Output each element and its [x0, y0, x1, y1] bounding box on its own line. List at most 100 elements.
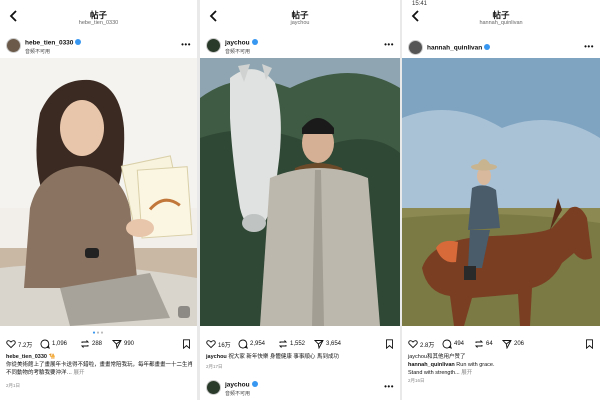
next-post-header: jaychou 音频不可用 ••• — [200, 378, 400, 400]
repost-action[interactable]: 1,552 — [278, 339, 305, 349]
username-text[interactable]: hannah_quinlivan — [427, 45, 482, 52]
bookmark-button[interactable] — [385, 339, 394, 351]
caption-username[interactable]: jaychou — [206, 354, 227, 360]
action-bar: 16万 2,954 1,552 3,654 — [200, 338, 400, 352]
like-count: 7.2万 — [18, 342, 33, 349]
comment-icon[interactable] — [40, 339, 50, 349]
post-username[interactable]: hebe_tien_0330 — [25, 39, 82, 47]
repost-action[interactable]: 64 — [474, 339, 493, 349]
heart-icon[interactable] — [6, 339, 16, 349]
header-subtitle: jaychou — [290, 20, 310, 26]
username-text[interactable]: jaychou — [225, 40, 250, 47]
post-panel-hannah: 15:41 帖子 hannah_quinlivan hannah_quinliv… — [402, 0, 600, 400]
comment-count: 1,096 — [52, 341, 68, 347]
bookmark-button[interactable] — [585, 339, 594, 351]
heart-icon[interactable] — [206, 339, 216, 349]
audio-status: 音频不可用 — [225, 391, 251, 397]
comment-action[interactable]: 1,096 — [40, 339, 67, 349]
post-image[interactable] — [0, 58, 197, 326]
repost-icon[interactable] — [474, 339, 484, 349]
comment-icon[interactable] — [238, 339, 248, 349]
verified-icon — [484, 44, 491, 50]
bookmark-icon[interactable] — [385, 339, 394, 350]
caption: hebe_tien_0330 🐪 你從美術館上了畫展年卡送得不錯啦，畫畫常陪我玩… — [6, 353, 193, 377]
post-image[interactable] — [200, 58, 400, 326]
share-count: 990 — [124, 341, 135, 347]
like-count: 16万 — [218, 342, 231, 349]
comment-action[interactable]: 494 — [442, 339, 464, 349]
post-header: jaychou 音频不可用 ••• — [200, 36, 400, 58]
expand-link[interactable]: 展开 — [74, 370, 85, 376]
audio-status: 音频不可用 — [25, 49, 51, 55]
caption-body: 你從美術館上了畫展年卡送得不錯啦，畫畫常陪我玩，每年都畫畫一十二生肖不同動物的考… — [6, 362, 194, 376]
post-header: hannah_quinlivan ••• — [402, 38, 600, 60]
like-count: 2.8万 — [420, 342, 435, 349]
post-date: 2月17日 — [206, 364, 223, 369]
comment-action[interactable]: 2,954 — [238, 339, 265, 349]
verified-icon — [251, 39, 258, 45]
post-username[interactable]: jaychou — [225, 39, 258, 47]
more-icon[interactable]: ••• — [384, 40, 394, 49]
share-icon[interactable] — [314, 339, 324, 349]
username-text[interactable]: hebe_tien_0330 — [25, 40, 73, 47]
header-subtitle: hebe_tien_0330 — [78, 20, 119, 26]
post-header: hebe_tien_0330 音频不可用 ••• — [0, 36, 197, 58]
repost-icon[interactable] — [278, 339, 288, 349]
like-action[interactable]: 2.8万 — [408, 339, 434, 349]
top-header: 帖子 hannah_quinlivan — [402, 0, 600, 34]
share-action[interactable]: 206 — [502, 339, 524, 349]
verified-icon — [75, 39, 82, 45]
share-count: 3,654 — [326, 341, 342, 347]
more-icon[interactable]: ••• — [384, 382, 394, 391]
caption-username[interactable]: hebe_tien_0330 — [6, 354, 47, 360]
repost-count: 1,552 — [290, 341, 306, 347]
expand-link[interactable]: 展开 — [461, 370, 472, 376]
avatar[interactable] — [206, 380, 221, 395]
comment-count: 494 — [454, 341, 465, 347]
repost-action[interactable]: 288 — [80, 339, 102, 349]
username-text[interactable]: jaychou — [225, 382, 250, 389]
post-date: 2月16日 — [408, 378, 425, 383]
caption-body: Run with grace. — [456, 362, 495, 368]
more-icon[interactable]: ••• — [181, 40, 191, 49]
liked-by-text[interactable]: jaychou和其他用户赞了 — [408, 354, 465, 360]
like-action[interactable]: 16万 — [206, 339, 231, 349]
share-action[interactable]: 3,654 — [314, 339, 341, 349]
post-username[interactable]: hannah_quinlivan — [427, 44, 491, 52]
top-header: 帖子 hebe_tien_0330 — [0, 0, 197, 34]
heart-icon[interactable] — [408, 339, 418, 349]
top-header: 帖子 jaychou — [200, 0, 400, 34]
post-panel-hebe: 帖子 hebe_tien_0330 hebe_tien_0330 音频不可用 •… — [0, 0, 197, 400]
caption: jaychou和其他用户赞了 hannah_quinlivan Run with… — [408, 353, 596, 377]
share-icon[interactable] — [112, 339, 122, 349]
repost-icon[interactable] — [80, 339, 90, 349]
post-panel-jaychou: 帖子 jaychou jaychou 音频不可用 ••• 16万 2,954 1… — [200, 0, 400, 400]
carousel-icon — [178, 306, 190, 318]
avatar[interactable] — [408, 40, 423, 55]
avatar[interactable] — [206, 38, 221, 53]
caption-body: 祝大家 新年快樂 身體健康 事事順心 馬到成功 — [228, 354, 339, 360]
post-image[interactable] — [402, 58, 600, 326]
bookmark-icon[interactable] — [182, 339, 191, 350]
caption-body-2: Stand with strength... — [408, 370, 460, 376]
avatar[interactable] — [6, 38, 21, 53]
repost-count: 64 — [486, 341, 493, 347]
caption: jaychou 祝大家 新年快樂 身體健康 事事順心 馬到成功 — [206, 353, 396, 361]
post-date: 2月1日 — [6, 383, 21, 388]
carousel-dots: ●●● — [92, 330, 105, 336]
comment-count: 2,954 — [250, 341, 266, 347]
more-icon[interactable]: ••• — [584, 42, 594, 51]
action-bar: 7.2万 1,096 288 990 — [0, 338, 197, 352]
like-action[interactable]: 7.2万 — [6, 339, 32, 349]
share-action[interactable]: 990 — [112, 339, 134, 349]
share-icon[interactable] — [502, 339, 512, 349]
bookmark-icon[interactable] — [585, 339, 594, 350]
verified-icon — [251, 381, 258, 387]
caption-username[interactable]: hannah_quinlivan — [408, 362, 455, 368]
comment-icon[interactable] — [442, 339, 452, 349]
repost-count: 288 — [92, 341, 103, 347]
post-username[interactable]: jaychou — [225, 381, 258, 389]
bookmark-button[interactable] — [182, 339, 191, 351]
header-subtitle: hannah_quinlivan — [479, 20, 523, 26]
caption-emoji: 🐪 — [48, 354, 56, 360]
